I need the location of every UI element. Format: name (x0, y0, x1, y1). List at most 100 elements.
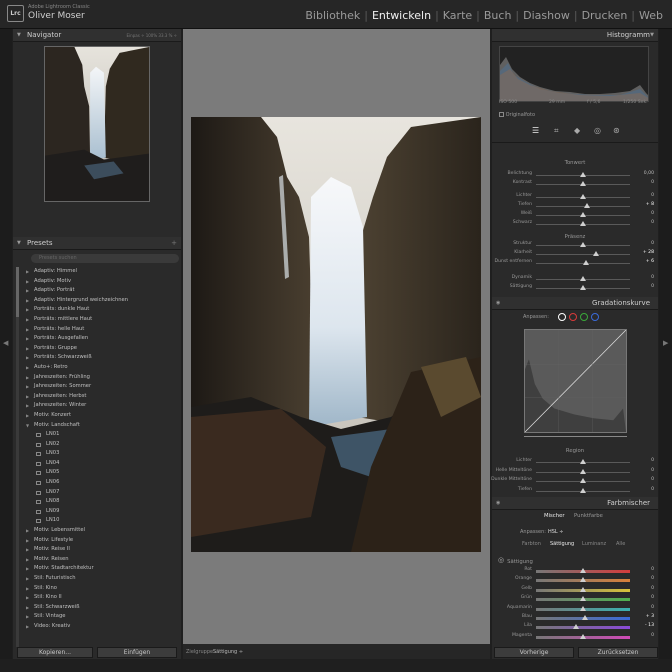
slider-knob[interactable] (573, 624, 580, 630)
collapsed-icon[interactable]: ▶ (26, 286, 29, 296)
slider-value[interactable]: 0 (651, 275, 654, 280)
histogram-graph[interactable] (499, 46, 649, 102)
slider-value[interactable]: 0 (651, 193, 654, 198)
curve-channel-button[interactable] (558, 313, 566, 321)
module-entwickeln[interactable]: Entwickeln (371, 9, 432, 22)
slider-knob[interactable] (582, 260, 589, 265)
redeye-icon[interactable]: ◎ (594, 126, 601, 135)
slider-knob[interactable] (580, 586, 586, 592)
slider-knob[interactable] (580, 459, 586, 464)
color-track[interactable] (536, 626, 630, 630)
hsl-tab[interactable]: Farbton (522, 541, 541, 547)
slider-value[interactable]: 0 (651, 468, 654, 473)
collapsed-icon[interactable]: ▶ (26, 584, 29, 594)
hsl-tab[interactable]: Luminanz (582, 541, 606, 547)
module-bibliothek[interactable]: Bibliothek (304, 9, 361, 22)
collapsed-icon[interactable]: ▶ (26, 363, 29, 373)
panel-toggle-icon[interactable]: ◉ (496, 497, 500, 510)
curve-channel-button[interactable] (591, 313, 599, 321)
slider-knob[interactable] (581, 615, 588, 620)
slider-knob[interactable] (580, 172, 586, 177)
collapsed-icon[interactable]: ▶ (26, 536, 29, 546)
right-edge-toggle[interactable]: ▶ (659, 29, 672, 659)
edit-sliders-icon[interactable]: ☰ (532, 126, 539, 135)
slider-knob[interactable] (580, 478, 586, 483)
collapsed-icon[interactable]: ▶ (26, 612, 29, 622)
collapsed-icon[interactable]: ▶ (26, 315, 29, 325)
slider-knob[interactable] (580, 181, 586, 186)
preset-folder[interactable]: ▼ Motiv: Landschaft (26, 421, 181, 431)
preset-folder[interactable]: ▶ Porträts: mittlere Haut (26, 315, 181, 325)
slider-value[interactable]: 0,00 (644, 171, 654, 176)
navigator-zoom-options[interactable]: Einpas ÷ 100% 33.3 % ÷ (127, 29, 177, 42)
farbmischer-header[interactable]: ◉ Farbmischer (492, 497, 658, 510)
panel-toggle-icon[interactable]: ◉ (496, 297, 500, 310)
preset-folder[interactable]: ▶ Motiv: Lebensmittel (26, 526, 181, 536)
collapsed-icon[interactable]: ▶ (26, 545, 29, 555)
collapsed-icon[interactable]: ▶ (26, 277, 29, 287)
original-photo-checkbox[interactable]: Originalfoto (499, 112, 535, 118)
preset-folder[interactable]: ▶ Stil: Kino II (26, 593, 181, 603)
collapsed-icon[interactable]: ▶ (26, 334, 29, 344)
collapsed-icon[interactable]: ▶ (26, 593, 29, 603)
slider-knob[interactable] (583, 203, 590, 208)
slider-knob[interactable] (580, 633, 586, 639)
module-karte[interactable]: Karte (442, 9, 473, 22)
slider-value[interactable]: + 6 (646, 259, 654, 264)
preset-folder[interactable]: ▶ Jahreszeiten: Herbst (26, 392, 181, 402)
preset-item[interactable]: LN08 (26, 497, 181, 507)
slider-knob[interactable] (580, 468, 586, 474)
preset-folder[interactable]: ▶ Stil: Schwarzweiß (26, 603, 181, 613)
slider-value[interactable]: 0 (651, 633, 654, 638)
slider-value[interactable]: + 28 (643, 250, 654, 255)
preset-search-input[interactable]: Presets suchen (31, 254, 179, 263)
collapsed-icon[interactable]: ▶ (26, 373, 29, 383)
curve-split-slider[interactable] (524, 436, 627, 437)
collapsed-icon[interactable]: ▶ (26, 603, 29, 613)
preset-folder[interactable]: ▶ Adaptiv: Motiv (26, 277, 181, 287)
preset-folder[interactable]: ▶ Stil: Kino (26, 584, 181, 594)
slider-value[interactable]: 0 (651, 567, 654, 572)
slider-knob[interactable] (580, 577, 586, 583)
preset-folder[interactable]: ▶ Jahreszeiten: Frühling (26, 373, 181, 383)
preset-folder[interactable]: ▶ Motiv: Reisen (26, 555, 181, 565)
slider-knob[interactable] (580, 221, 586, 226)
curve-channel-button[interactable] (569, 313, 577, 321)
main-photo[interactable] (191, 117, 481, 552)
slider-value[interactable]: + 3 (646, 614, 654, 619)
slider-knob[interactable] (580, 242, 586, 247)
preset-folder[interactable]: ▶ Jahreszeiten: Winter (26, 401, 181, 411)
preset-item[interactable]: LN06 (26, 478, 181, 488)
preset-folder[interactable]: ▶ Motiv: Konzert (26, 411, 181, 421)
tone-curve[interactable] (524, 329, 627, 433)
hsl-tab[interactable]: Sättigung (550, 541, 574, 547)
preset-folder[interactable]: ▶ Porträts: Gruppe (26, 344, 181, 354)
crop-icon[interactable]: ⌗ (554, 126, 559, 136)
preset-item[interactable]: LN03 (26, 449, 181, 459)
slider-value[interactable]: 0 (651, 220, 654, 225)
slider-knob[interactable] (580, 487, 586, 493)
tab-mixer[interactable]: Mischer (544, 513, 565, 519)
copy-button[interactable]: Kopieren... (17, 647, 93, 658)
slider-value[interactable]: 0 (651, 180, 654, 185)
slider-value[interactable]: 0 (651, 241, 654, 246)
collapsed-icon[interactable]: ▶ (26, 382, 29, 392)
slider-value[interactable]: 0 (651, 477, 654, 482)
preset-item[interactable]: LN10 (26, 516, 181, 526)
preset-folder[interactable]: ▶ Adaptiv: Hintergrund weichzeichnen (26, 296, 181, 306)
preset-folder[interactable]: ▶ Motiv: Stadtarchitektur (26, 564, 181, 574)
preset-folder[interactable]: ▶ Stil: Vintage (26, 612, 181, 622)
preset-item[interactable]: LN01 (26, 430, 181, 440)
gradation-header[interactable]: ◉ Gradationskurve (492, 297, 658, 310)
preset-folder[interactable]: ▶ Porträts: Ausgefallen (26, 334, 181, 344)
collapsed-icon[interactable]: ▶ (26, 325, 29, 335)
collapsed-icon[interactable]: ▶ (26, 267, 29, 277)
slider-value[interactable]: 0 (651, 586, 654, 591)
add-preset-icon[interactable]: + (171, 237, 177, 250)
module-web[interactable]: Web (638, 9, 664, 22)
module-buch[interactable]: Buch (483, 9, 513, 22)
mask-icon[interactable]: ⊛ (613, 126, 620, 135)
collapsed-icon[interactable]: ▶ (26, 564, 29, 574)
reset-button[interactable]: Zurücksetzen (578, 647, 658, 658)
slider-knob[interactable] (580, 276, 586, 281)
